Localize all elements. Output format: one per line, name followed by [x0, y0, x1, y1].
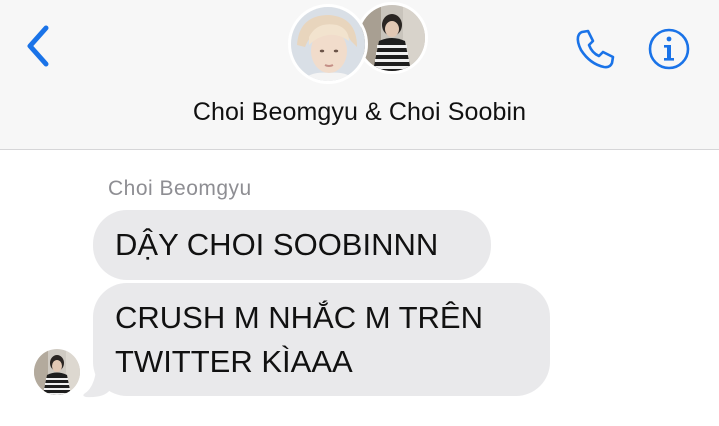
message-text-line: CRUSH M NHẮC M TRÊN	[115, 300, 483, 335]
chevron-left-icon	[27, 25, 49, 67]
info-button[interactable]	[646, 26, 692, 72]
call-button[interactable]	[572, 26, 618, 72]
message-bubble[interactable]: DẬY CHOI SOOBINNN	[93, 210, 491, 280]
message-bubble[interactable]: CRUSH M NHẮC M TRÊN TWITTER KÌAAA	[93, 283, 550, 396]
info-icon	[648, 28, 690, 70]
avatar-beomgyu	[288, 4, 368, 84]
messages-screen: Choi Beomgyu & Choi Soobin Choi Beomgyu …	[0, 0, 719, 426]
conversation-header: Choi Beomgyu & Choi Soobin	[0, 0, 719, 150]
sender-name: Choi Beomgyu	[108, 177, 252, 200]
conversation-title[interactable]: Choi Beomgyu & Choi Soobin	[0, 98, 719, 127]
group-avatar[interactable]	[286, 2, 436, 84]
message-text: DẬY CHOI SOOBINNN	[115, 227, 439, 262]
sender-avatar[interactable]	[34, 349, 80, 395]
back-button[interactable]	[22, 24, 56, 68]
message-text-line: TWITTER KÌAAA	[115, 344, 353, 379]
phone-icon	[576, 29, 615, 69]
